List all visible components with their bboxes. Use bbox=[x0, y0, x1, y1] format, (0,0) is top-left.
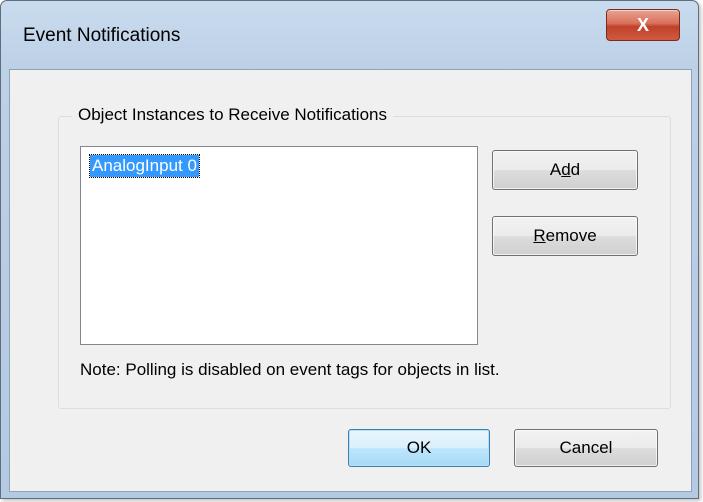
groupbox-label: Object Instances to Receive Notification… bbox=[72, 105, 393, 125]
add-button[interactable]: Add bbox=[492, 150, 638, 190]
title-bar[interactable]: Event Notifications X bbox=[1, 1, 698, 71]
dialog-client-area: Object Instances to Receive Notification… bbox=[9, 69, 692, 492]
cancel-button[interactable]: Cancel bbox=[514, 429, 658, 467]
ok-label: OK bbox=[406, 438, 432, 457]
remove-label-mnemonic: R bbox=[533, 226, 546, 245]
polling-note: Note: Polling is disabled on event tags … bbox=[80, 360, 500, 379]
remove-button[interactable]: Remove bbox=[492, 216, 638, 256]
add-label-mnemonic: d bbox=[561, 160, 571, 179]
add-label-prefix: A bbox=[549, 160, 562, 179]
close-button[interactable]: X bbox=[606, 9, 680, 41]
close-icon: X bbox=[636, 14, 649, 35]
list-item[interactable]: AnalogInput 0 bbox=[89, 154, 200, 178]
add-label-suffix: d bbox=[570, 160, 581, 179]
remove-label-suffix: emove bbox=[545, 226, 597, 245]
cancel-label: Cancel bbox=[559, 438, 613, 457]
dialog-window: Event Notifications X Object Instances t… bbox=[0, 0, 699, 499]
window-title: Event Notifications bbox=[23, 25, 181, 46]
ok-button[interactable]: OK bbox=[348, 429, 490, 467]
object-instances-listbox[interactable]: AnalogInput 0 bbox=[80, 146, 478, 345]
